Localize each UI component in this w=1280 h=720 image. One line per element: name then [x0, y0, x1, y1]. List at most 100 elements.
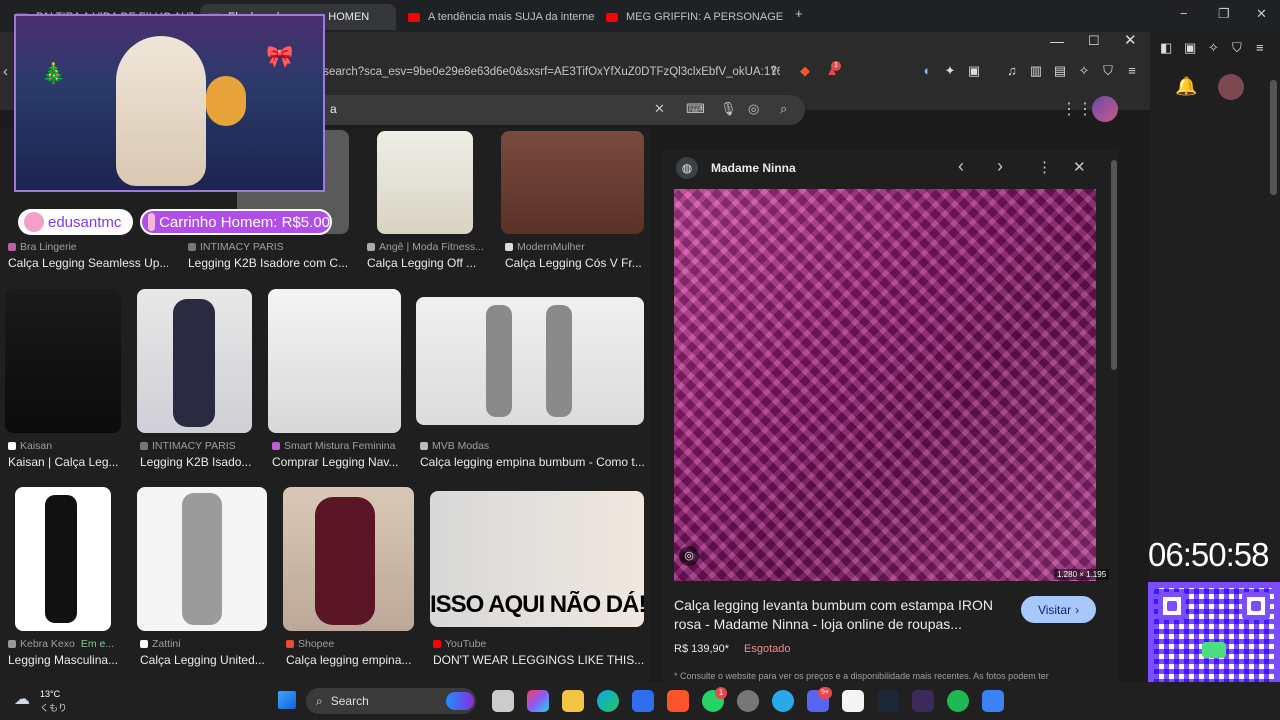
music-icon[interactable]: ♫	[1004, 63, 1020, 79]
address-bar[interactable]: /search?sca_esv=9be0e29e8e63d6e0&sxsrf=A…	[320, 60, 780, 84]
keyboard-icon[interactable]: ⌨	[686, 101, 705, 117]
close-icon[interactable]: ✕	[1124, 31, 1137, 49]
search-icon[interactable]: ⌕	[780, 101, 787, 117]
windows-start-icon[interactable]	[278, 691, 296, 709]
favicon-icon	[8, 442, 16, 450]
favicon-icon	[420, 442, 428, 450]
new-tab-icon[interactable]: +	[795, 6, 803, 21]
result-title[interactable]: Calça legging empina...	[286, 653, 416, 667]
screenshot-icon[interactable]: ▣	[966, 63, 982, 79]
telegram-icon[interactable]	[772, 690, 794, 712]
more-options-icon[interactable]: ⋮	[1037, 158, 1052, 176]
qr-finder	[1242, 592, 1270, 620]
result-title[interactable]: Calça Legging Off ...	[367, 256, 482, 270]
scrollbar[interactable]	[1111, 160, 1117, 370]
sidebar-icon[interactable]: ◧	[1160, 40, 1172, 56]
brave-shield-icon[interactable]: ◆	[797, 63, 813, 79]
extensions-icon[interactable]: ✦	[942, 63, 958, 79]
file-explorer-icon[interactable]	[562, 690, 584, 712]
product-figure	[173, 299, 215, 427]
avatar[interactable]	[1092, 96, 1118, 122]
close-icon[interactable]: ✕	[1256, 6, 1267, 22]
app-icon[interactable]	[737, 690, 759, 712]
back-icon[interactable]: ‹	[3, 63, 8, 80]
result-thumbnail[interactable]	[137, 289, 252, 433]
visit-button[interactable]: Visitar ›	[1021, 596, 1096, 623]
result-source: Bra Lingerie	[8, 241, 77, 253]
vpn-icon[interactable]: ⛉	[1100, 63, 1116, 79]
panel-title-line1[interactable]: Calça legging levanta bumbum com estampa…	[674, 597, 1009, 613]
prev-icon[interactable]: ‹	[958, 156, 964, 177]
ai-icon[interactable]: ✧	[1076, 63, 1092, 79]
wallet-icon[interactable]: ▤	[1052, 63, 1068, 79]
app-icon[interactable]	[912, 690, 934, 712]
steam-icon[interactable]	[877, 690, 899, 712]
ai-icon[interactable]: ✧	[1208, 40, 1219, 56]
apps-grid-icon[interactable]: ⋮⋮	[1061, 99, 1093, 119]
avatar[interactable]	[1218, 74, 1244, 100]
result-title[interactable]: Legging K2B Isado...	[140, 455, 252, 469]
bell-icon[interactable]: 🔔	[1175, 76, 1197, 97]
streamer-figure	[116, 36, 206, 186]
menu-icon[interactable]: ≡	[1124, 63, 1140, 79]
scrollbar[interactable]	[1270, 80, 1277, 195]
result-thumbnail[interactable]	[268, 289, 401, 433]
result-title[interactable]: Calça legging empina bumbum - Como t...	[420, 455, 645, 469]
favicon-icon	[505, 243, 513, 251]
result-thumbnail[interactable]	[501, 131, 644, 234]
price: R$ 139,90*	[674, 643, 730, 655]
qr-finder	[1158, 592, 1186, 620]
minimize-icon[interactable]: —	[1050, 33, 1064, 49]
menu-icon[interactable]: ≡	[1256, 40, 1264, 55]
lens-icon[interactable]: ◎	[748, 101, 759, 117]
app-icon[interactable]	[982, 690, 1004, 712]
preview-image[interactable]	[674, 189, 1096, 581]
result-thumbnail[interactable]	[416, 297, 644, 425]
share-icon[interactable]: ⇪	[766, 63, 782, 79]
weather-temp[interactable]: 13°C	[40, 689, 60, 699]
youtube-icon	[433, 640, 441, 648]
product-figure	[45, 495, 77, 623]
discord-badge: 9+	[818, 687, 832, 699]
result-thumbnail[interactable]	[15, 487, 111, 631]
result-title[interactable]: Calça Legging Cós V Fr...	[505, 256, 645, 270]
panel-title-line2[interactable]: rosa - Madame Ninna - loja online de rou…	[674, 616, 1009, 632]
spotify-icon[interactable]	[947, 690, 969, 712]
result-title[interactable]: Legging K2B Isadore com C...	[188, 256, 348, 270]
result-thumbnail[interactable]	[283, 487, 414, 631]
result-thumbnail[interactable]: ISSO AQUI NÃO DÁ!	[430, 491, 644, 627]
cloud-icon: ☁	[14, 691, 30, 708]
wallet-icon[interactable]: ▣	[1184, 40, 1196, 56]
lens-icon[interactable]: ◎	[679, 546, 699, 566]
sidebar-icon[interactable]: ▥	[1028, 63, 1044, 79]
result-title[interactable]: Kaisan | Calça Leg...	[8, 455, 120, 469]
panel-site-name[interactable]: Madame Ninna	[711, 161, 796, 175]
result-title[interactable]: DON'T WEAR LEGGINGS LIKE THIS....	[433, 653, 645, 667]
result-title[interactable]: Calça Legging Seamless Up...	[8, 256, 168, 270]
vpn-icon[interactable]: ⛉	[1232, 40, 1242, 56]
result-title[interactable]: Legging Masculina...	[8, 653, 120, 667]
task-view-icon[interactable]	[492, 690, 514, 712]
app-icon[interactable]	[842, 690, 864, 712]
copilot-app-icon[interactable]	[527, 690, 549, 712]
store-icon[interactable]	[632, 690, 654, 712]
close-icon[interactable]: ✕	[1073, 158, 1086, 176]
mic-icon[interactable]: 🎙	[720, 101, 737, 117]
minimize-icon[interactable]: −	[1180, 6, 1188, 21]
search-input[interactable]: a	[330, 102, 337, 116]
result-thumbnail[interactable]	[377, 131, 473, 234]
audio-icon[interactable]: ◖	[918, 63, 934, 79]
tab-4[interactable]: MEG GRIFFIN: A PERSONAGEM MAIS	[598, 4, 783, 30]
tab-3[interactable]: A tendência mais SUJA da internet (R	[400, 4, 595, 30]
clear-search-icon[interactable]: ✕	[654, 101, 665, 117]
next-icon[interactable]: ›	[997, 156, 1003, 177]
restore-icon[interactable]: ❐	[1218, 6, 1230, 22]
fabric-pattern	[674, 189, 1096, 581]
result-title[interactable]: Comprar Legging Nav...	[272, 455, 402, 469]
result-title[interactable]: Calça Legging United...	[140, 653, 265, 667]
maximize-icon[interactable]: ☐	[1088, 33, 1100, 49]
brave-icon[interactable]	[667, 690, 689, 712]
edge-icon[interactable]	[597, 690, 619, 712]
result-thumbnail[interactable]	[5, 289, 121, 433]
result-thumbnail[interactable]	[137, 487, 267, 631]
